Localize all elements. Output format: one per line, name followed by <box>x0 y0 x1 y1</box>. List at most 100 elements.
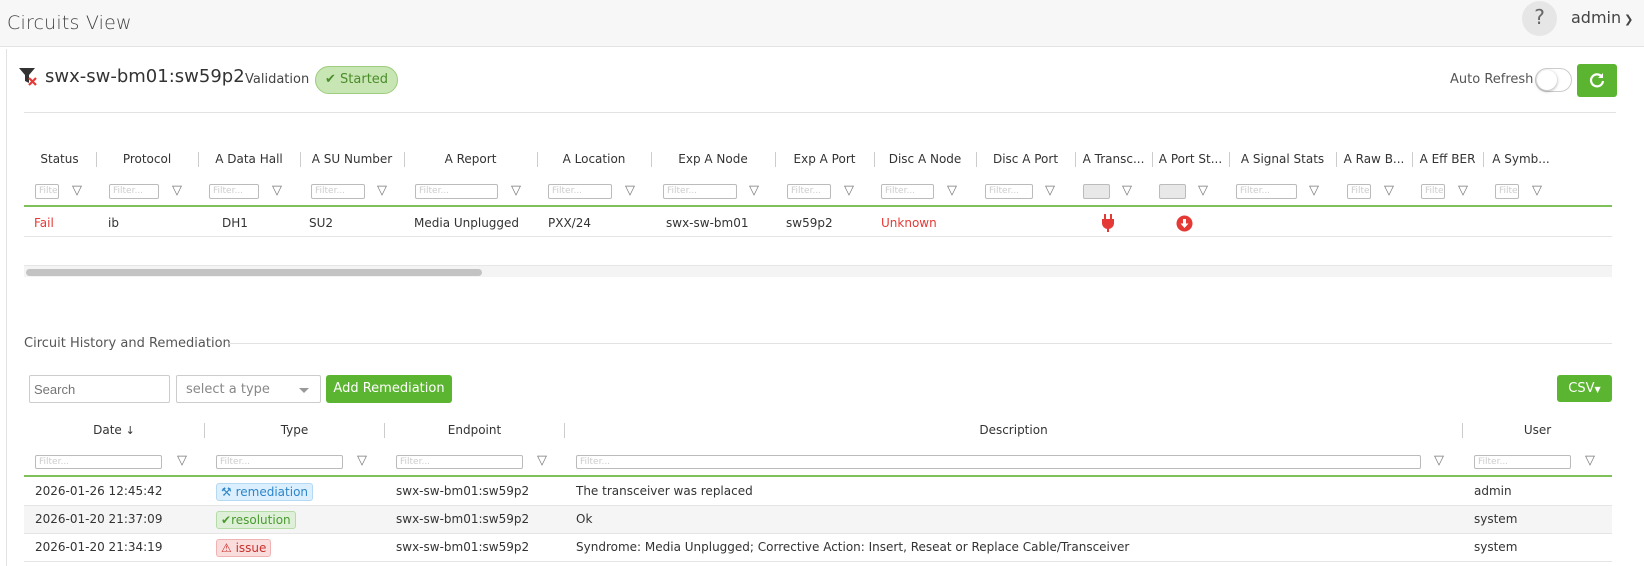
filter-icon[interactable]: ▽ <box>511 183 521 198</box>
plug-icon <box>1102 214 1114 232</box>
filter-input[interactable]: Filter... <box>35 455 162 469</box>
table-row[interactable]: 2026-01-20 21:37:09 ✔resolution swx-sw-b… <box>24 506 1612 534</box>
filter-icon[interactable]: ▽ <box>1198 183 1208 198</box>
filter-input[interactable]: Filter... <box>216 455 343 469</box>
filter-icon[interactable]: ▽ <box>1384 183 1394 198</box>
filter-input[interactable]: Filter... <box>1421 184 1445 199</box>
col-header-date[interactable]: Date ↓ <box>24 415 204 445</box>
add-remediation-button[interactable]: Add Remediation <box>326 375 452 403</box>
filter-input[interactable]: Filter... <box>663 184 737 199</box>
cell-user: admin <box>1474 484 1512 498</box>
col-header-signal-stats[interactable]: A Signal Stats <box>1230 143 1335 175</box>
col-header-disc-port[interactable]: Disc A Port <box>977 143 1074 175</box>
circuit-grid: Status Protocol A Data Hall A SU Number … <box>24 143 1612 283</box>
cell-exp-port: sw59p2 <box>786 216 833 230</box>
app-title: Circuits View <box>7 12 132 34</box>
auto-refresh-toggle[interactable] <box>1535 68 1572 92</box>
col-header-exp-node[interactable]: Exp A Node <box>652 143 774 175</box>
scrollbar-thumb[interactable] <box>26 269 482 276</box>
filter-icon[interactable]: ▽ <box>177 453 187 468</box>
col-header-eff-ber[interactable]: A Eff BER <box>1413 143 1482 175</box>
filter-icon[interactable]: ▽ <box>625 183 635 198</box>
filter-icon[interactable]: ▽ <box>947 183 957 198</box>
table-row[interactable]: Fail ib DH1 SU2 Media Unplugged PXX/24 s… <box>24 209 1612 237</box>
type-badge: ⚠ issue <box>216 539 272 557</box>
type-select[interactable]: select a type <box>176 375 321 403</box>
col-header-exp-port[interactable]: Exp A Port <box>776 143 873 175</box>
filter-input[interactable]: Filter... <box>1474 455 1571 469</box>
filter-select[interactable] <box>1159 184 1186 199</box>
filter-icon[interactable]: ▽ <box>1458 183 1468 198</box>
cell-date: 2026-01-20 21:34:19 <box>35 540 163 554</box>
filter-input[interactable]: Filter... <box>576 455 1421 469</box>
filter-input[interactable]: Filter... <box>787 184 831 199</box>
filter-input[interactable]: Filter... <box>1347 184 1371 199</box>
filter-input[interactable]: Filter... <box>415 184 498 199</box>
filter-icon[interactable]: ▽ <box>357 453 367 468</box>
cell-su-number: SU2 <box>309 216 334 230</box>
filter-icon[interactable]: ▽ <box>1434 453 1444 468</box>
filter-icon[interactable]: ▽ <box>749 183 759 198</box>
filter-icon[interactable]: ▽ <box>377 183 387 198</box>
type-badge-label: resolution <box>231 513 291 527</box>
cell-description: Ok <box>576 512 593 526</box>
filter-input[interactable]: Filter... <box>881 184 934 199</box>
filter-input[interactable]: Filter... <box>1236 184 1297 199</box>
col-header-report[interactable]: A Report <box>405 143 536 175</box>
clear-filter-icon[interactable] <box>18 66 38 86</box>
check-icon: ✔ <box>221 513 232 527</box>
search-input[interactable] <box>29 375 170 403</box>
filter-input[interactable]: Filter... <box>396 455 523 469</box>
filter-icon[interactable]: ▽ <box>172 183 182 198</box>
col-header-endpoint[interactable]: Endpoint <box>385 415 564 445</box>
filter-input[interactable]: Filter... <box>35 184 59 199</box>
col-header-protocol[interactable]: Protocol <box>97 143 197 175</box>
col-header-data-hall[interactable]: A Data Hall <box>199 143 299 175</box>
horizontal-scrollbar[interactable] <box>24 265 1612 277</box>
col-header-location[interactable]: A Location <box>538 143 650 175</box>
col-header-port-state[interactable]: A Port St... <box>1153 143 1228 175</box>
help-button[interactable]: ? <box>1522 1 1557 36</box>
table-row[interactable]: 2026-01-26 12:45:42 ⚒ remediation swx-sw… <box>24 478 1612 506</box>
filter-icon[interactable]: ▽ <box>72 183 82 198</box>
divider <box>229 343 1612 344</box>
cell-disc-node: Unknown <box>881 216 937 230</box>
filter-input[interactable]: Filter... <box>548 184 612 199</box>
status-badge: ✔ Started <box>315 66 399 94</box>
filter-icon[interactable]: ▽ <box>1309 183 1319 198</box>
filter-input[interactable]: Filter... <box>1495 184 1519 199</box>
col-header-disc-node[interactable]: Disc A Node <box>875 143 975 175</box>
csv-export-button[interactable]: CSV▼ <box>1557 375 1612 402</box>
filter-icon[interactable]: ▽ <box>1532 183 1542 198</box>
cell-exp-node: swx-sw-bm01 <box>666 216 749 230</box>
top-bar: Circuits View ? admin ❯ <box>0 0 1644 47</box>
filter-icon[interactable]: ▽ <box>1585 453 1595 468</box>
filter-input[interactable]: Filter... <box>209 184 259 199</box>
filter-icon[interactable]: ▽ <box>537 453 547 468</box>
filter-input[interactable]: Filter... <box>109 184 159 199</box>
col-header-description[interactable]: Description <box>565 415 1462 445</box>
col-header-user[interactable]: User <box>1463 415 1612 445</box>
col-header-transceiver[interactable]: A Transc... <box>1076 143 1151 175</box>
refresh-button[interactable] <box>1577 64 1617 97</box>
col-header-symbol[interactable]: A Symb... <box>1484 143 1558 175</box>
col-header-raw-ber[interactable]: A Raw B... <box>1337 143 1411 175</box>
user-menu[interactable]: admin ❯ <box>1571 8 1633 27</box>
filter-icon[interactable]: ▽ <box>1122 183 1132 198</box>
auto-refresh-label: Auto Refresh <box>1450 72 1534 87</box>
filter-input[interactable]: Filter... <box>311 184 365 199</box>
user-name: admin <box>1571 8 1622 27</box>
filter-icon[interactable]: ▽ <box>272 183 282 198</box>
history-filter-row: Filter... ▽ Filter... ▽ Filter... ▽ Filt… <box>24 447 1612 477</box>
cell-protocol: ib <box>108 216 119 230</box>
col-header-su-number[interactable]: A SU Number <box>301 143 403 175</box>
filter-icon[interactable]: ▽ <box>844 183 854 198</box>
table-row[interactable]: 2026-01-20 21:34:19 ⚠ issue swx-sw-bm01:… <box>24 534 1612 562</box>
col-header-type[interactable]: Type <box>205 415 384 445</box>
col-header-status[interactable]: Status <box>24 143 95 175</box>
caret-down-icon: ▼ <box>1594 385 1601 394</box>
cell-user: system <box>1474 512 1518 526</box>
filter-icon[interactable]: ▽ <box>1045 183 1055 198</box>
filter-input[interactable]: Filter... <box>985 184 1033 199</box>
filter-select[interactable] <box>1083 184 1110 199</box>
